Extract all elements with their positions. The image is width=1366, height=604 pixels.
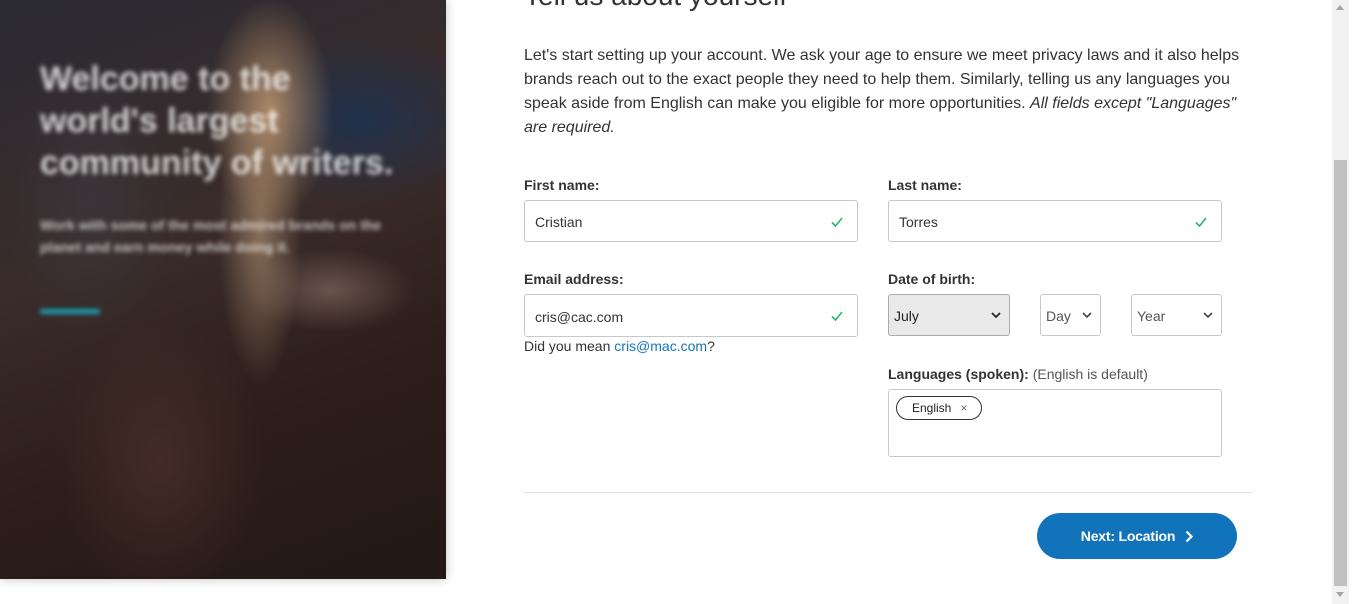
valid-check-icon bbox=[831, 217, 843, 228]
hero-accent-bar bbox=[40, 309, 100, 314]
valid-check-icon bbox=[831, 311, 843, 322]
chevron-right-icon bbox=[1185, 530, 1194, 542]
dob-day-value: Day bbox=[1046, 308, 1071, 324]
first-name-field[interactable] bbox=[524, 200, 858, 243]
dob-year-value: Year bbox=[1137, 308, 1166, 324]
hero-panel: Welcome to the world's largest community… bbox=[0, 0, 446, 579]
dob-label: Date of birth: bbox=[888, 271, 976, 287]
divider bbox=[524, 492, 1252, 493]
chevron-down-icon bbox=[991, 312, 1001, 319]
language-tag-label: English bbox=[912, 401, 952, 415]
languages-input[interactable]: English × bbox=[888, 389, 1222, 457]
hero-subtitle: Work with some of the most admired brand… bbox=[40, 217, 382, 255]
first-name-input[interactable] bbox=[535, 201, 817, 243]
languages-label-text: Languages (spoken): bbox=[888, 366, 1029, 382]
dob-year-select[interactable]: Year bbox=[1131, 294, 1222, 336]
email-field[interactable] bbox=[524, 294, 858, 338]
email-suggestion-prefix: Did you mean bbox=[524, 338, 615, 354]
scroll-up-arrow-icon[interactable] bbox=[1336, 5, 1344, 10]
page-title: Tell us about yourself bbox=[524, 0, 787, 12]
hero-image: Welcome to the world's largest community… bbox=[0, 0, 446, 579]
email-suggestion-link[interactable]: cris@mac.com bbox=[614, 338, 707, 354]
next-button-label: Next: Location bbox=[1080, 528, 1176, 544]
scroll-down-arrow-icon[interactable] bbox=[1336, 592, 1344, 597]
chevron-down-icon bbox=[1203, 312, 1213, 319]
dob-month-select[interactable]: July bbox=[888, 294, 1010, 336]
email-suggestion-suffix: ? bbox=[707, 338, 715, 354]
remove-tag-icon[interactable]: × bbox=[960, 397, 967, 419]
email-input[interactable] bbox=[535, 295, 817, 338]
last-name-label: Last name: bbox=[888, 177, 962, 193]
language-tag: English × bbox=[896, 396, 983, 420]
valid-check-icon bbox=[1195, 217, 1207, 228]
languages-note: (English is default) bbox=[1032, 366, 1148, 382]
dob-month-value: July bbox=[894, 308, 919, 324]
intro-text: Let's start setting up your account. We … bbox=[524, 44, 1244, 140]
dob-day-select[interactable]: Day bbox=[1040, 294, 1101, 336]
languages-label: Languages (spoken): (English is default) bbox=[888, 366, 1148, 382]
next-location-button[interactable]: Next: Location bbox=[1037, 513, 1237, 559]
chevron-down-icon bbox=[1082, 312, 1092, 319]
last-name-input[interactable] bbox=[899, 201, 1181, 243]
last-name-field[interactable] bbox=[888, 200, 1222, 243]
scroll-thumb[interactable] bbox=[1334, 160, 1347, 586]
hero-title: Welcome to the world's largest community… bbox=[40, 60, 394, 182]
first-name-label: First name: bbox=[524, 177, 600, 193]
email-label: Email address: bbox=[524, 271, 624, 287]
email-suggestion: Did you mean cris@mac.com? bbox=[524, 338, 715, 354]
vertical-scrollbar[interactable] bbox=[1332, 0, 1349, 604]
